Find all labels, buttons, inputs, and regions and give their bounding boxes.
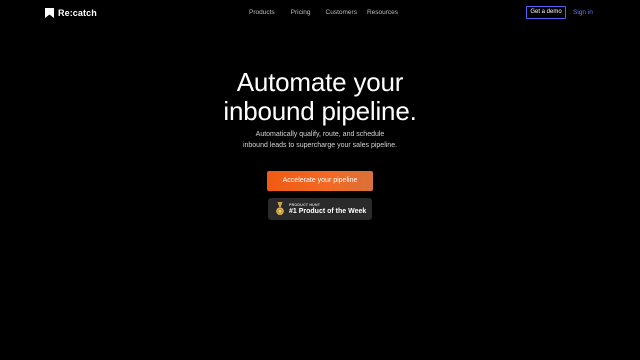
medal-icon	[276, 202, 284, 215]
hero-title-line-2: inbound pipeline.	[223, 96, 417, 126]
accelerate-pipeline-button[interactable]: Accelerate your pipeline	[267, 171, 373, 191]
nav-pricing[interactable]: Pricing	[291, 8, 311, 17]
nav-products[interactable]: Products	[249, 8, 275, 17]
site-header: Re:catch Products Pricing Customers Reso…	[0, 0, 640, 26]
badge-title: #1 Product of the Week	[289, 208, 367, 215]
nav-customers[interactable]: Customers	[326, 8, 357, 17]
hero-subtitle-line-1: Automatically qualify, route, and schedu…	[255, 131, 385, 138]
badge-small-text: PRODUCT HUNT	[289, 203, 321, 207]
nav-resources[interactable]: Resources	[367, 8, 398, 17]
product-hunt-badge[interactable]: PRODUCT HUNT #1 Product of the Week	[268, 198, 372, 220]
sign-in-link[interactable]: Sign in	[573, 8, 593, 17]
main-nav: Products Pricing Customers Resources	[249, 8, 412, 17]
hero-title: Automate your inbound pipeline.	[0, 68, 640, 126]
landing-page: Re:catch Products Pricing Customers Reso…	[0, 0, 640, 360]
hero-subtitle-line-2: inbound leads to supercharge your sales …	[242, 142, 398, 149]
logo-link[interactable]: Re:catch	[45, 7, 97, 19]
logo-text: Re:catch	[58, 8, 97, 18]
logo-icon	[45, 8, 54, 18]
hero-subtitle: Automatically qualify, route, and schedu…	[0, 129, 640, 151]
hero-title-line-1: Automate your	[236, 67, 404, 97]
get-demo-button[interactable]: Get a demo	[526, 6, 566, 19]
